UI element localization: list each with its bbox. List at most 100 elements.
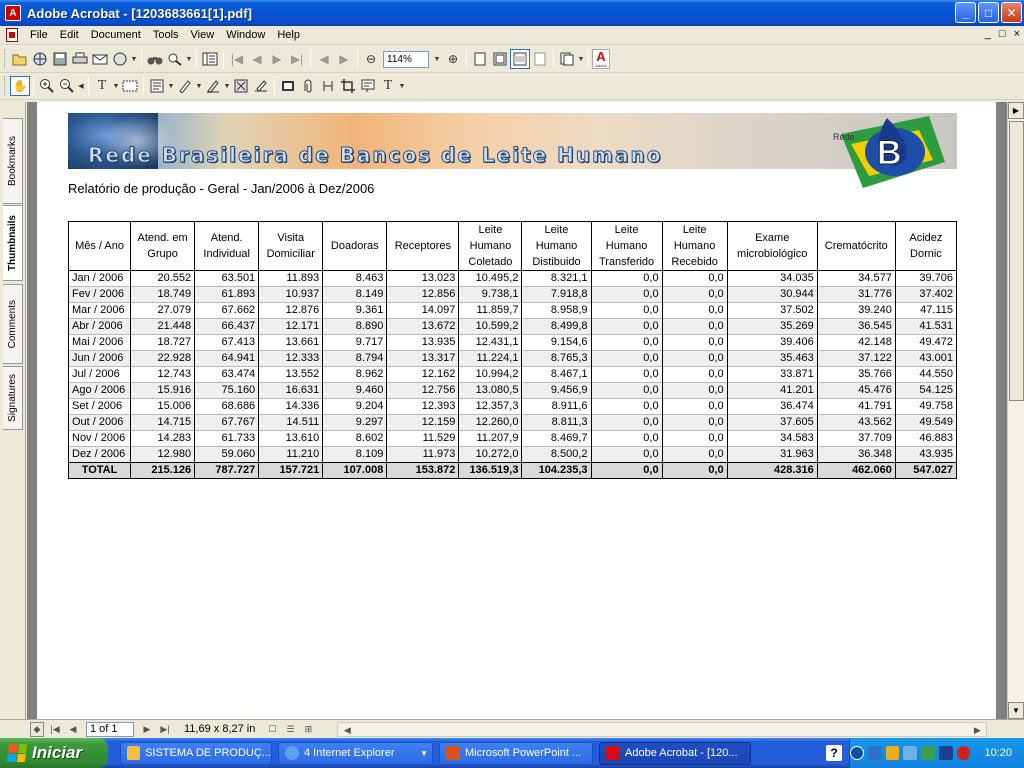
dropdown-arrow-icon[interactable]: ◀ — [77, 76, 85, 96]
toolbar-grip[interactable] — [4, 76, 7, 96]
security-shield-icon[interactable] — [956, 746, 971, 760]
tab-signatures[interactable]: Signatures — [3, 366, 23, 430]
adobe-logo-icon[interactable]: A Adobe — [592, 49, 610, 69]
minimize-button[interactable]: _ — [955, 2, 976, 23]
vertical-scrollbar[interactable]: ▶ ▼ — [1007, 102, 1024, 719]
print-icon[interactable] — [70, 49, 90, 69]
link-icon[interactable] — [318, 76, 338, 96]
doc-restore-button[interactable]: □ — [999, 28, 1006, 40]
horizontal-scrollbar[interactable]: ◀ ▶ — [337, 721, 988, 738]
pages-panel-icon[interactable] — [200, 49, 220, 69]
tab-comments[interactable]: Comments — [3, 284, 23, 364]
create-pdf-icon[interactable] — [557, 49, 577, 69]
document-icon[interactable] — [6, 28, 18, 42]
web-icon[interactable] — [30, 49, 50, 69]
previous-page-icon[interactable]: ◀ — [247, 49, 267, 69]
web-capture-icon[interactable] — [110, 49, 130, 69]
open-icon[interactable] — [10, 49, 30, 69]
volume-icon[interactable] — [921, 746, 935, 760]
task-adobe-acrobat[interactable]: Adobe Acrobat - [120... — [599, 741, 751, 765]
stamp-icon[interactable] — [231, 76, 251, 96]
dropdown-arrow-icon[interactable]: ▼ — [195, 76, 203, 96]
network-icon[interactable] — [867, 746, 882, 760]
next-page-button[interactable]: ▶ — [140, 722, 154, 737]
snapshot-icon[interactable] — [120, 76, 140, 96]
page-number-field[interactable]: 1 of 1 — [86, 721, 134, 737]
menu-window[interactable]: Window — [220, 29, 271, 41]
continuous-icon[interactable]: ☰ — [283, 722, 297, 737]
zoom-in-icon[interactable]: ⊕ — [443, 49, 463, 69]
menu-file[interactable]: File — [24, 29, 54, 41]
last-page-icon[interactable]: ▶| — [287, 49, 307, 69]
search-icon[interactable] — [165, 49, 185, 69]
scroll-right-icon[interactable]: ▶ — [970, 723, 984, 738]
attach-icon[interactable] — [298, 76, 318, 96]
menu-tools[interactable]: Tools — [147, 29, 185, 41]
fit-page-icon[interactable] — [490, 49, 510, 69]
next-page-icon[interactable]: ▶ — [267, 49, 287, 69]
dropdown-arrow-icon[interactable]: ▼ — [398, 76, 406, 96]
menu-edit[interactable]: Edit — [54, 29, 85, 41]
first-page-button[interactable]: |◀ — [48, 722, 62, 737]
scroll-down-icon[interactable]: ▼ — [1008, 702, 1024, 719]
rotate-icon[interactable] — [530, 49, 550, 69]
note-icon[interactable] — [147, 76, 167, 96]
task-powerpoint[interactable]: Microsoft PowerPoint ... — [439, 741, 593, 765]
menu-help[interactable]: Help — [271, 29, 306, 41]
hide-navigation-icon[interactable]: ◆ — [30, 721, 44, 737]
monitor-icon[interactable] — [938, 746, 953, 760]
text-select-icon[interactable]: T — [92, 76, 112, 96]
document-view[interactable]: Rede Brasileira de Bancos de Leite Human… — [27, 102, 1007, 719]
first-page-icon[interactable]: |◀ — [227, 49, 247, 69]
dropdown-arrow-icon[interactable]: ▼ — [577, 49, 585, 69]
toolbar-grip[interactable] — [4, 49, 7, 69]
last-page-button[interactable]: ▶| — [158, 722, 172, 737]
movie-icon[interactable] — [278, 76, 298, 96]
dropdown-arrow-icon[interactable]: ▼ — [130, 49, 138, 69]
single-page-icon[interactable]: ☐ — [265, 722, 279, 737]
dropdown-arrow-icon[interactable]: ▼ — [223, 76, 231, 96]
menu-document[interactable]: Document — [85, 29, 147, 41]
task-sistema[interactable]: SISTEMA DE PRODUÇ... — [120, 741, 272, 765]
bluetooth-icon[interactable] — [903, 746, 918, 760]
form-icon[interactable] — [358, 76, 378, 96]
doc-close-button[interactable]: × — [1014, 28, 1020, 40]
zoom-input[interactable]: 114% — [383, 50, 429, 68]
save-icon[interactable] — [50, 49, 70, 69]
find-icon[interactable] — [145, 49, 165, 69]
actual-size-icon[interactable] — [470, 49, 490, 69]
zoom-out-tool-icon[interactable] — [57, 76, 77, 96]
tab-bookmarks[interactable]: Bookmarks — [3, 118, 23, 204]
tray-expand-icon[interactable] — [849, 746, 864, 760]
zoom-in-tool-icon[interactable] — [37, 76, 57, 96]
close-button[interactable]: ✕ — [1001, 2, 1022, 23]
scroll-left-icon[interactable]: ◀ — [340, 723, 354, 738]
task-internet-explorer[interactable]: 4 Internet Explorer ▼ — [278, 741, 433, 765]
menu-view[interactable]: View — [185, 29, 221, 41]
highlighter-icon[interactable] — [203, 76, 223, 96]
sign-icon[interactable] — [251, 76, 271, 96]
facing-icon[interactable]: ⊞ — [301, 722, 315, 737]
hand-tool-icon[interactable]: ✋ — [10, 76, 30, 96]
dropdown-arrow-icon[interactable]: ▼ — [112, 76, 120, 96]
help-icon[interactable]: ? — [826, 745, 842, 761]
fit-width-icon[interactable] — [510, 49, 530, 69]
dropdown-arrow-icon[interactable]: ▼ — [167, 76, 175, 96]
pencil-icon[interactable] — [175, 76, 195, 96]
previous-view-icon[interactable]: ◀ — [314, 49, 334, 69]
doc-minimize-button[interactable]: _ — [985, 28, 991, 40]
email-icon[interactable] — [90, 49, 110, 69]
scroll-thumb[interactable] — [1009, 121, 1024, 401]
tab-thumbnails[interactable]: Thumbnails — [3, 205, 23, 281]
prev-page-button[interactable]: ◀ — [66, 722, 80, 737]
messenger-icon[interactable] — [885, 746, 900, 760]
start-button[interactable]: Iniciar — [0, 738, 108, 768]
maximize-button[interactable]: □ — [978, 2, 999, 23]
next-view-icon[interactable]: ▶ — [334, 49, 354, 69]
zoom-out-icon[interactable]: ⊖ — [361, 49, 381, 69]
zoom-dropdown-icon[interactable]: ▼ — [431, 49, 443, 69]
touchup-text-icon[interactable]: T — [378, 76, 398, 96]
scroll-up-icon[interactable]: ▶ — [1008, 102, 1024, 119]
crop-icon[interactable] — [338, 76, 358, 96]
dropdown-arrow-icon[interactable]: ▼ — [185, 49, 193, 69]
